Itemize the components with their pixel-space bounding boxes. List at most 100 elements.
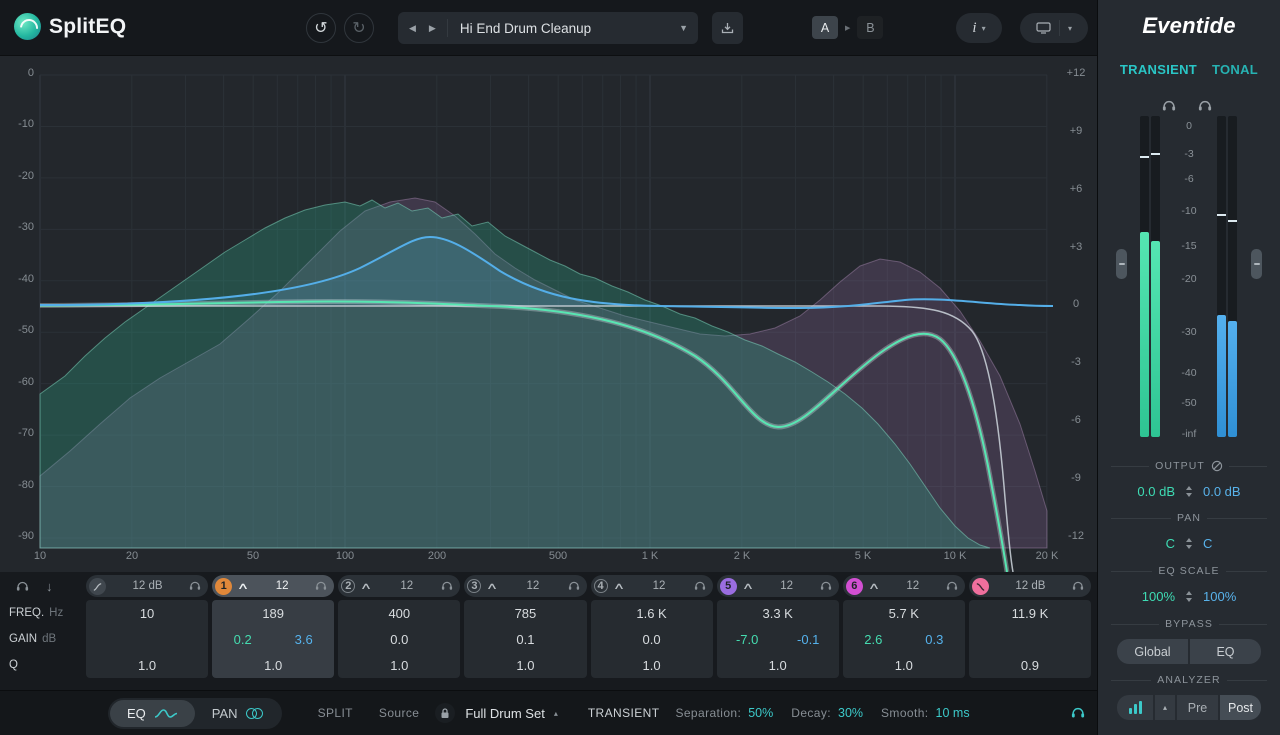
- output-tonal-value[interactable]: 0.0 dB: [1203, 484, 1265, 499]
- highcut-slope[interactable]: 12 dB: [994, 580, 1067, 592]
- output-bypass-icon[interactable]: [1211, 460, 1223, 472]
- headphone-icon[interactable]: [694, 581, 706, 591]
- band-5-q[interactable]: 1.0: [717, 652, 839, 678]
- band-5-gain-transient[interactable]: -7.0: [717, 632, 778, 647]
- band-4-q[interactable]: 1.0: [591, 652, 713, 678]
- bypass-label: BYPASS: [1165, 618, 1213, 630]
- headphone-icon[interactable]: [441, 581, 453, 591]
- band-5-freq[interactable]: 3.3 K: [717, 600, 839, 626]
- headphone-icon[interactable]: [568, 581, 580, 591]
- solo-headphone-icon[interactable]: [16, 581, 29, 592]
- band-1-freq[interactable]: 189: [212, 600, 334, 626]
- band-4-header[interactable]: 4 ∧ 12: [591, 575, 713, 597]
- save-preset-button[interactable]: [712, 12, 743, 44]
- freq-axis-label: 20 K: [1036, 550, 1059, 562]
- ab-a-button[interactable]: A: [812, 16, 838, 39]
- chevron-up-icon[interactable]: ▴: [554, 709, 558, 718]
- band-5-slope[interactable]: 12: [759, 580, 815, 592]
- lowcut-slope[interactable]: 12 dB: [111, 580, 184, 592]
- band-5-gain-tonal[interactable]: -0.1: [778, 632, 839, 647]
- transient-meter-headphone-icon[interactable]: [1162, 99, 1176, 117]
- transient-level-fader[interactable]: [1116, 249, 1127, 279]
- tonal-meter-headphone-icon[interactable]: [1198, 99, 1212, 117]
- pan-transient-value[interactable]: C: [1113, 536, 1175, 551]
- source-lock-button[interactable]: [435, 703, 455, 723]
- bypass-global-button[interactable]: Global: [1117, 639, 1188, 664]
- band-1-gain-tonal[interactable]: 3.6: [273, 632, 334, 647]
- band-3-gain[interactable]: 0.1: [464, 626, 586, 652]
- preset-next-icon[interactable]: ▶: [429, 23, 436, 34]
- band-1-q[interactable]: 1.0: [212, 652, 334, 678]
- lowcut-header[interactable]: 12 dB: [86, 575, 208, 597]
- transient-solo-headphone-icon[interactable]: [1071, 707, 1085, 719]
- output-stepper-icon[interactable]: [1186, 486, 1192, 497]
- band-6-slope[interactable]: 12: [885, 580, 941, 592]
- band-3-slope[interactable]: 12: [503, 580, 562, 592]
- tonal-level-fader[interactable]: [1251, 249, 1262, 279]
- separation-value[interactable]: 50%: [748, 706, 773, 720]
- band-1-header[interactable]: 1 ∧ 12: [212, 575, 334, 597]
- pan-view-button[interactable]: PAN: [195, 700, 280, 727]
- band-1-slope[interactable]: 12: [254, 580, 310, 592]
- preset-name[interactable]: Hi End Drum Cleanup: [448, 21, 679, 36]
- band-6-gain-tonal[interactable]: 0.3: [904, 632, 965, 647]
- band-2-gain[interactable]: 0.0: [338, 626, 460, 652]
- band-1-gain-transient[interactable]: 0.2: [212, 632, 273, 647]
- smooth-value[interactable]: 10 ms: [936, 706, 970, 720]
- eq-graph[interactable]: 0 -10 -20 -30 -40 -50 -60 -70 -80 -90 +1…: [0, 56, 1097, 572]
- band-2-slope[interactable]: 12: [377, 580, 436, 592]
- pan-stepper-icon[interactable]: [1186, 538, 1192, 549]
- highcut-freq[interactable]: 11.9 K: [969, 600, 1091, 626]
- bypass-eq-button[interactable]: EQ: [1190, 639, 1261, 664]
- headphone-icon[interactable]: [820, 581, 832, 591]
- analyzer-post-button[interactable]: Post: [1220, 695, 1261, 720]
- band-6-header[interactable]: 6 ∧ 12: [843, 575, 965, 597]
- band-2-q[interactable]: 1.0: [338, 652, 460, 678]
- band-5-header[interactable]: 5 ∧ 12: [717, 575, 839, 597]
- ab-arrow-icon[interactable]: ▶: [845, 24, 850, 32]
- undo-button[interactable]: ↺: [306, 13, 336, 43]
- band-6-q[interactable]: 1.0: [843, 652, 965, 678]
- band-3-header[interactable]: 3 ∧ 12: [464, 575, 586, 597]
- source-select[interactable]: Full Drum Set: [465, 706, 544, 721]
- headphone-icon[interactable]: [315, 581, 327, 591]
- tab-transient[interactable]: TRANSIENT: [1120, 62, 1197, 77]
- band-4-slope[interactable]: 12: [630, 580, 689, 592]
- band-2-header[interactable]: 2 ∧ 12: [338, 575, 460, 597]
- ab-b-button[interactable]: B: [857, 16, 883, 39]
- band-2-freq[interactable]: 400: [338, 600, 460, 626]
- eq-view-button[interactable]: EQ: [110, 700, 195, 727]
- redo-button[interactable]: ↻: [344, 13, 374, 43]
- band-3-q[interactable]: 1.0: [464, 652, 586, 678]
- info-menu-button[interactable]: i ▾: [956, 13, 1002, 43]
- band-3-freq[interactable]: 785: [464, 600, 586, 626]
- eq-graph-canvas[interactable]: [0, 56, 1097, 572]
- db-axis-label: -80: [8, 479, 34, 491]
- lowcut-freq[interactable]: 10: [86, 600, 208, 626]
- headphone-icon[interactable]: [1072, 581, 1084, 591]
- output-transient-value[interactable]: 0.0 dB: [1113, 484, 1175, 499]
- highcut-header[interactable]: 12 dB: [969, 575, 1091, 597]
- collapse-bands-icon[interactable]: ↓: [46, 579, 53, 594]
- band-4-gain[interactable]: 0.0: [591, 626, 713, 652]
- highcut-q[interactable]: 0.9: [969, 652, 1091, 678]
- headphone-icon[interactable]: [946, 581, 958, 591]
- preset-selector[interactable]: ◀ ▶ Hi End Drum Cleanup ▼: [398, 12, 698, 44]
- eq-scale-stepper-icon[interactable]: [1186, 591, 1192, 602]
- band-6-freq[interactable]: 5.7 K: [843, 600, 965, 626]
- pan-tonal-value[interactable]: C: [1203, 536, 1265, 551]
- preset-prev-icon[interactable]: ◀: [409, 23, 416, 34]
- band-6-gain-transient[interactable]: 2.6: [843, 632, 904, 647]
- lowcut-q[interactable]: 1.0: [86, 652, 208, 678]
- decay-value[interactable]: 30%: [838, 706, 863, 720]
- analyzer-expand-button[interactable]: ▴: [1155, 695, 1175, 720]
- eq-scale-transient-value[interactable]: 100%: [1113, 589, 1175, 604]
- headphone-icon[interactable]: [189, 581, 201, 591]
- analyzer-display-button[interactable]: [1117, 695, 1153, 720]
- analyzer-pre-button[interactable]: Pre: [1177, 695, 1218, 720]
- window-size-menu[interactable]: ▾: [1020, 13, 1088, 43]
- tab-tonal[interactable]: TONAL: [1212, 62, 1258, 77]
- band-4-freq[interactable]: 1.6 K: [591, 600, 713, 626]
- eq-scale-tonal-value[interactable]: 100%: [1203, 589, 1265, 604]
- split-label: SPLIT: [318, 706, 353, 720]
